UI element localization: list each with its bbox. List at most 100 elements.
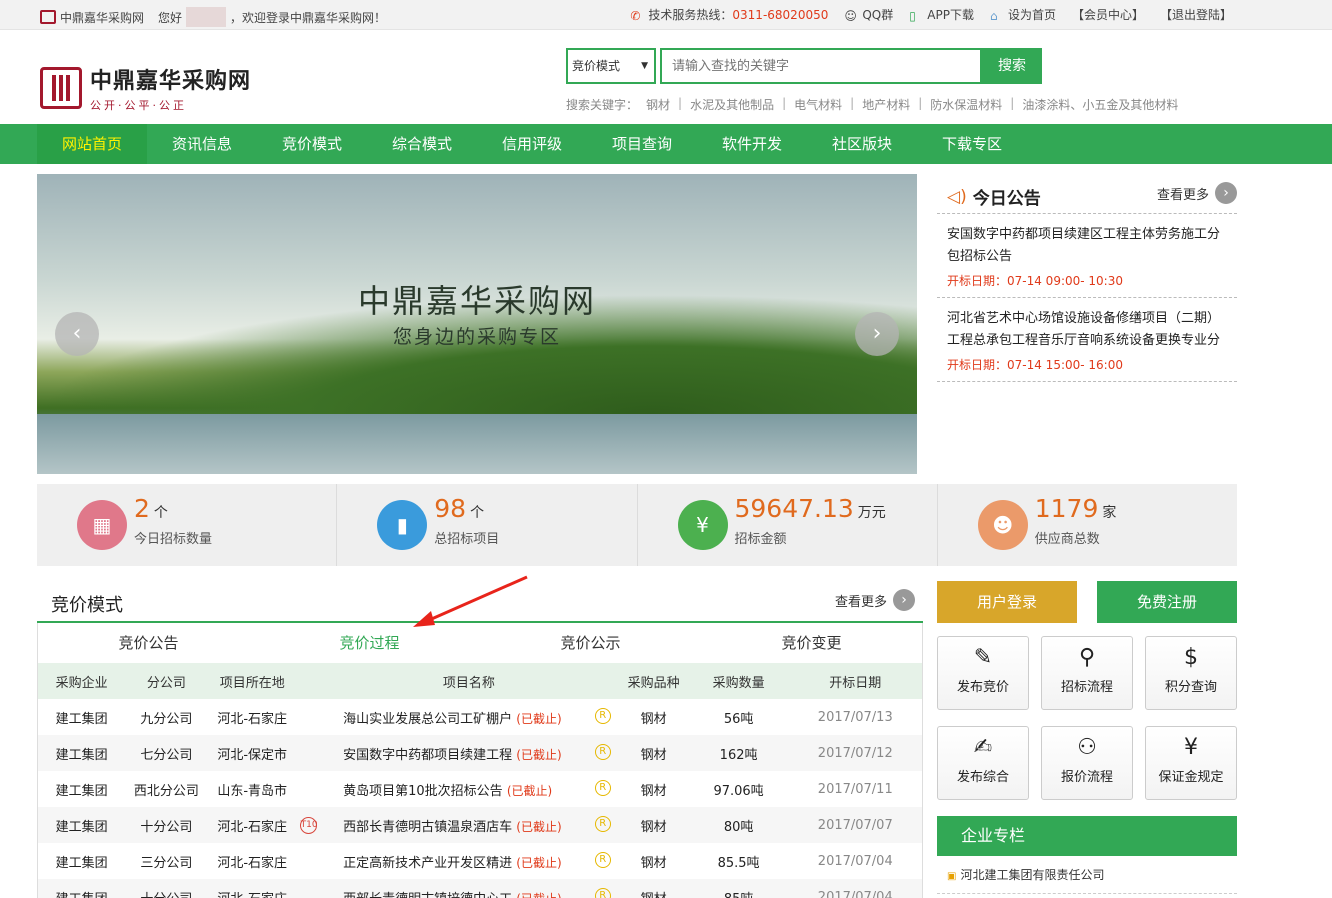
search-button[interactable]: 搜索 [982,48,1042,84]
cell-mark [297,735,320,771]
project-name-link[interactable]: 黄岛项目第10批次招标公告 [343,784,503,799]
cell-mark [297,843,319,879]
cell-branch: 三分公司 [140,855,193,871]
tile-tender-flow[interactable]: ⚲ 招标流程 [1041,636,1133,710]
cell-date: 2017/07/12 [788,735,923,771]
table-row[interactable]: 建工集团 西北分公司 山东-青岛市 黄岛项目第10批次招标公告 (已截止) R 钢材 97.… [38,771,923,807]
free-register-button[interactable]: 免费注册 [1097,581,1237,623]
member-center-link[interactable]: 【会员中心】 [1072,6,1144,23]
tab-bid-announcement[interactable]: 竞价公告 [38,623,259,663]
banner-subtitle: 您身边的采购专区 [392,326,561,348]
mobile-icon: ▯ [909,8,916,23]
keyword-link[interactable]: 地产材料 [862,96,910,113]
bidding-more-link[interactable]: 查看更多 › [835,589,915,611]
table-row[interactable]: 建工集团 七分公司 河北-保定市 安国数字中药都项目续建工程 (已截止) R 钢材 162吨… [37,735,923,771]
tab-bid-change[interactable]: 竞价变更 [701,623,922,663]
banner-prev-arrow-icon[interactable]: ‹ [55,312,99,356]
tile-label: 保证金规定 [1158,770,1224,785]
col-header: 分公司 [125,663,208,699]
app-download-link[interactable]: ▯ APP下载 [909,6,974,23]
phone-icon: ✆ [630,8,641,23]
tile-points-query[interactable]: $ 积分查询 [1145,636,1237,710]
tile-deposit-rules[interactable]: ¥ 保证金规定 [1145,726,1237,800]
nav-item-download[interactable]: 下载专区 [917,124,1027,164]
cell-location: 山东-青岛市 [217,783,288,799]
tile-publish-comprehensive[interactable]: ✍ 发布综合 [937,726,1029,800]
project-name-link[interactable]: 海山实业发展总公司工矿棚户 [343,712,512,727]
keyword-link[interactable]: 电气材料 [794,96,842,113]
cell-project-name[interactable]: 西部长青德明古镇培德中心工 (已截止) R [319,879,619,898]
r-badge-icon: R [594,851,611,868]
top-bar: 中鼎嘉华采购网 您好 ，欢迎登录中鼎嘉华采购网！ ✆ 技术服务热线：0311-68… [0,0,1332,30]
nav-item-comprehensive[interactable]: 综合模式 [367,124,477,164]
r-badge-icon: R [594,779,611,796]
cell-project-name[interactable]: 海山实业发展总公司工矿棚户 (已截止) R [319,699,619,735]
set-homepage-link[interactable]: ⌂ 设为首页 [990,6,1056,23]
project-name-link[interactable]: 安国数字中药都项目续建工程 [343,748,512,763]
notice-item-title: 河北省艺术中心场馆设施设备修缮项目（二期）工程总承包工程音乐厅音响系统设备更换专… [947,311,1221,348]
enterprise-link[interactable]: 河北建工集团有限责任公司 [937,856,1237,894]
notice-item[interactable]: 河北省艺术中心场馆设施设备修缮项目（二期）工程总承包工程音乐厅音响系统设备更换专… [937,298,1237,382]
cell-quantity: 97.06吨 [713,783,764,799]
top-site-name[interactable]: 中鼎嘉华采购网 [60,9,144,26]
qq-group-link[interactable]: ☺ QQ群 [844,6,893,23]
chevron-right-icon: › [893,589,915,611]
nav-item-news[interactable]: 资讯信息 [147,124,257,164]
cell-project-name[interactable]: 正定高新技术产业开发区精进 (已截止) R [319,843,619,879]
keyword-link[interactable]: 油漆涂料、小五金及其他材料 [1022,96,1178,113]
cell-category: 钢材 [640,711,667,727]
logout-link[interactable]: 【退出登陆】 [1160,6,1232,23]
search-input[interactable] [660,48,982,84]
keyword-link[interactable]: 水泥及其他制品 [690,96,774,113]
stat-label: 招标金额 [734,532,787,547]
tile-publish-bid[interactable]: ✎ 发布竞价 [937,636,1029,710]
project-name-link[interactable]: 西部长青德明古镇温泉酒店车 [343,820,512,835]
cell-project-name[interactable]: 黄岛项目第10批次招标公告 (已截止) R [319,771,619,807]
cell-project-name[interactable]: 西部长青德明古镇温泉酒店车 (已截止) R [319,807,619,843]
stat-suppliers: ☻ 1179 家 供应商总数 [938,484,1237,566]
user-login-button[interactable]: 用户登录 [937,581,1077,623]
notice-item[interactable]: 安国数字中药都项目续建区工程主体劳务施工分包招标公告 开标日期：07-14 09… [937,214,1237,298]
edit-icon: ✎ [973,645,993,670]
table-header-row: 采购企业 分公司 项目所在地 项目名称 采购品种 采购数量 开标日期 [37,663,923,699]
keyword-link[interactable]: 防水保温材料 [930,96,1002,113]
project-name-link[interactable]: 正定高新技术产业开发区精进 [343,856,512,871]
r-badge-icon: R [594,707,611,724]
search-mode-select[interactable]: 竞价模式 [566,48,656,84]
nav-item-project-query[interactable]: 项目查询 [587,124,697,164]
r-badge-icon: R [594,815,611,832]
hotline-label: 技术服务热线： [648,8,733,22]
col-header: 项目所在地 [207,663,298,699]
stat-total-projects: ▮ 98 个 总招标项目 [337,484,638,566]
table-row[interactable]: 建工集团十分公司河北-石家庄西部长青德明古镇培德中心工 (已截止) R 钢材85吨2… [37,879,923,898]
notice-item-date: 开标日期：07-14 09:00- 10:30 [947,274,1123,288]
username-redacted [186,7,227,27]
table-row[interactable]: 建工集团 九分公司 河北-石家庄 海山实业发展总公司工矿棚户 (已截止) R 钢材 56吨 2… [38,699,923,735]
cell-date: 2017/07/04 [817,853,893,869]
table-row[interactable]: 建工集团 十分公司 河北-石家庄 T10 西部长青德明古镇温泉酒店车 (已截止) R 钢材 8… [37,807,923,843]
bar-chart-icon: ▮ [377,500,428,550]
app-download-label: APP下载 [927,8,974,22]
banner-next-arrow-icon[interactable]: › [855,312,899,356]
nav-item-software[interactable]: 软件开发 [697,124,807,164]
set-homepage-label: 设为首页 [1007,8,1056,22]
project-name-link[interactable]: 西部长青德明古镇培德中心工 [343,892,512,898]
cell-project-name[interactable]: 安国数字中药都项目续建工程 (已截止) R [319,735,619,771]
nav-item-home[interactable]: 网站首页 [37,124,147,164]
enterprise-column-title: 企业专栏 [937,816,1237,856]
nav-item-community[interactable]: 社区版块 [807,124,917,164]
notice-more-link[interactable]: 查看更多 › [1157,182,1237,204]
tile-quote-flow[interactable]: ⚇ 报价流程 [1041,726,1133,800]
hero-banner[interactable]: 中鼎嘉华采购网 您身边的采购专区 ‹ › [37,174,917,474]
flowchart-icon: ⚲ [1078,645,1096,670]
keyword-link[interactable]: 钢材 [646,96,670,113]
speaker-icon: ◁) [947,186,967,207]
table-row[interactable]: 建工集团 三分公司 河北-石家庄 正定高新技术产业开发区精进 (已截止) R 钢材 85.5… [38,843,923,879]
calendar-icon: ▦ [77,500,127,550]
greeting-suffix: ，欢迎登录中鼎嘉华采购网！ [230,10,387,25]
nav-item-credit[interactable]: 信用评级 [477,124,587,164]
chevron-right-icon: › [1215,182,1237,204]
site-logo[interactable]: 中鼎嘉华采购网 公开·公平·公正 [40,63,251,113]
stat-unit: 个 [153,505,168,521]
nav-item-bidding[interactable]: 竞价模式 [257,124,367,164]
